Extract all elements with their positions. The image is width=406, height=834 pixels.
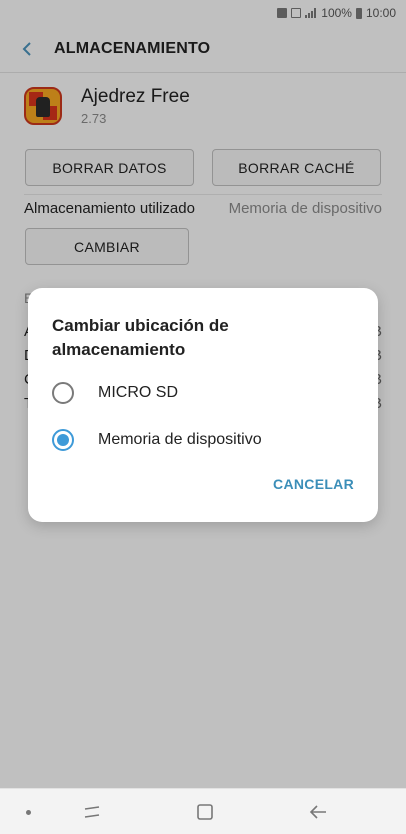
option-label: MICRO SD	[98, 384, 178, 401]
recents-icon	[84, 806, 100, 818]
home-button[interactable]	[194, 801, 216, 823]
option-label: Memoria de dispositivo	[98, 431, 262, 448]
option-micro-sd[interactable]: MICRO SD	[52, 378, 178, 408]
radio-unchecked-icon[interactable]	[52, 382, 74, 404]
back-nav-button[interactable]	[307, 801, 329, 823]
back-arrow-icon	[309, 805, 326, 819]
home-icon	[197, 804, 213, 820]
dialog-title: Cambiar ubicación de almacenamiento	[52, 316, 229, 359]
dot-icon	[17, 801, 39, 823]
radio-checked-icon[interactable]	[52, 429, 74, 451]
cancel-button[interactable]: CANCELAR	[273, 476, 354, 492]
navigation-bar	[0, 788, 406, 834]
option-device-memory[interactable]: Memoria de dispositivo	[52, 425, 262, 455]
change-location-dialog: Cambiar ubicación de almacenamiento MICR…	[28, 288, 378, 522]
recent-apps-button[interactable]	[81, 801, 103, 823]
